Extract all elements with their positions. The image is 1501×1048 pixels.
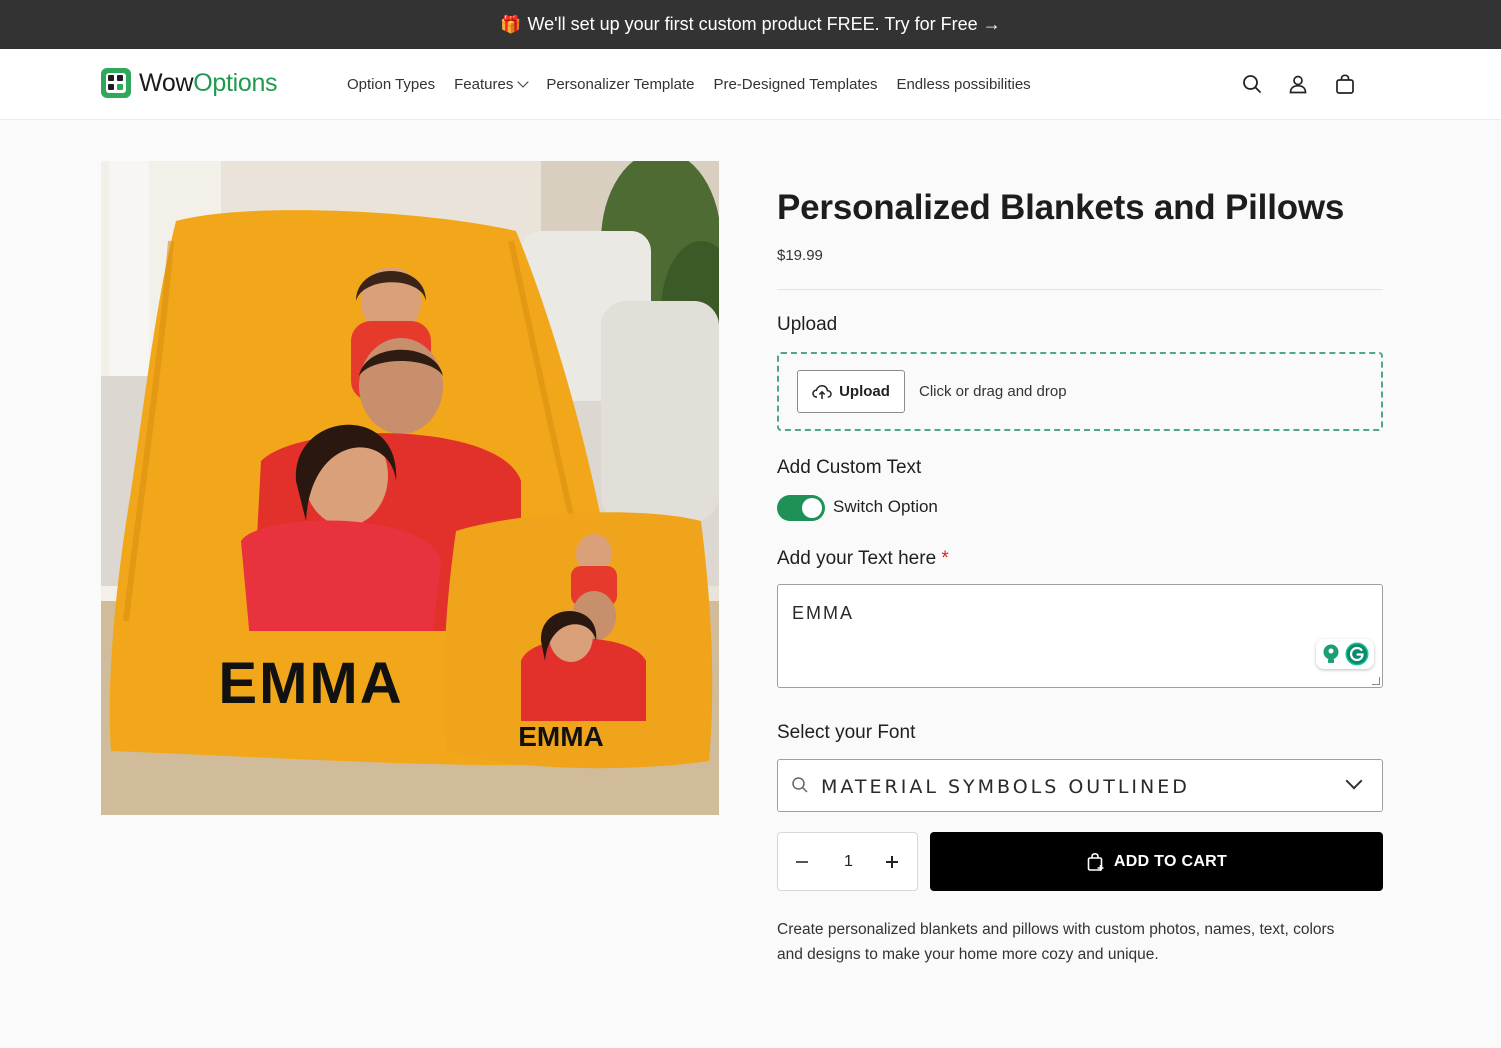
custom-text-input[interactable]: EMMA <box>777 584 1383 688</box>
chevron-down-icon <box>1345 772 1363 790</box>
font-select-value: MATERIAL SYMBOLS OUTLINED <box>821 776 1190 798</box>
announcement-text[interactable]: We'll set up your first custom product F… <box>527 14 1000 35</box>
nav-endless-possibilities[interactable]: Endless possibilities <box>896 76 1030 93</box>
switch-label: Switch Option <box>833 497 938 516</box>
logo-icon <box>101 68 131 98</box>
upload-hint: Click or drag and drop <box>919 383 1067 400</box>
upload-label: Upload <box>777 314 838 335</box>
account-icon[interactable] <box>1287 73 1309 95</box>
resize-handle[interactable] <box>1372 677 1380 685</box>
upload-button[interactable]: Upload <box>797 370 905 413</box>
pillow-text: EMMA <box>518 721 604 752</box>
increase-quantity-button[interactable] <box>886 853 900 871</box>
blanket-text: EMMA <box>218 651 403 716</box>
nav-personalizer-template[interactable]: Personalizer Template <box>546 76 694 93</box>
logo-text: WowOptions <box>139 68 278 97</box>
cloud-upload-icon <box>812 384 832 399</box>
font-select[interactable]: MATERIAL SYMBOLS OUTLINED <box>777 759 1383 812</box>
lightbulb-icon <box>1323 644 1338 663</box>
custom-text-label: Add Custom Text <box>777 457 922 478</box>
custom-text-value: EMMA <box>792 603 854 623</box>
cart-icon[interactable] <box>1334 73 1356 95</box>
product-price: $19.99 <box>777 247 823 264</box>
product-title: Personalized Blankets and Pillows <box>777 188 1345 227</box>
announcement-bar[interactable]: 🎁 We'll set up your first custom product… <box>0 0 1501 49</box>
gift-icon: 🎁 <box>500 14 522 34</box>
main-nav: Option Types Features Personalizer Templ… <box>347 49 1031 119</box>
search-icon <box>792 777 808 793</box>
chevron-down-icon <box>517 76 529 88</box>
add-to-cart-button[interactable]: ADD TO CART <box>930 832 1383 891</box>
cart-add-icon <box>1087 852 1104 871</box>
logo[interactable]: WowOptions <box>101 68 278 98</box>
required-mark: * <box>941 548 949 569</box>
product-description: Create personalized blankets and pillows… <box>777 921 1335 963</box>
quantity-stepper: 1 <box>777 832 918 891</box>
divider <box>777 289 1383 290</box>
grammarly-icon <box>1345 642 1368 666</box>
search-icon[interactable] <box>1241 73 1263 95</box>
grammarly-widget[interactable] <box>1316 639 1374 669</box>
nav-pre-designed-templates[interactable]: Pre-Designed Templates <box>713 76 877 93</box>
text-input-label: Add your Text here * <box>777 548 949 569</box>
font-label: Select your Font <box>777 722 916 743</box>
site-header: WowOptions Option Types Features Persona… <box>0 49 1501 120</box>
upload-dropzone[interactable]: Upload Click or drag and drop <box>777 352 1383 431</box>
nav-features[interactable]: Features <box>454 76 529 93</box>
product-image: EMMA EMMA <box>101 161 719 815</box>
nav-option-types[interactable]: Option Types <box>347 76 435 93</box>
custom-text-switch[interactable] <box>777 495 825 521</box>
